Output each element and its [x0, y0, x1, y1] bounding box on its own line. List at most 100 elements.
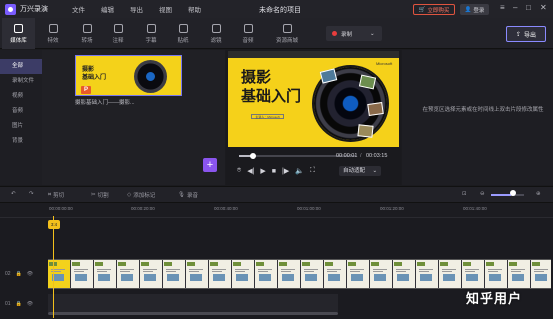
playhead-line[interactable] — [53, 216, 54, 318]
media-library-panel: 摄影 基础入门 P 摄影基础入门——摄影... + — [42, 50, 225, 185]
empty-track[interactable] — [48, 294, 338, 312]
crop-label: 剪切 — [53, 193, 65, 199]
tab-resource-store[interactable]: 资源商城 — [268, 18, 306, 49]
lock-icon[interactable]: 🔒 — [16, 301, 22, 307]
watermark: 知乎用户 — [466, 291, 523, 306]
export-icon: ⇪ — [515, 31, 521, 38]
voice-record-button[interactable]: 🎙 录音 — [178, 191, 198, 199]
add-media-button[interactable]: + — [203, 158, 217, 172]
timeline-scrollbar[interactable] — [48, 312, 338, 315]
cart-icon: 🛒 — [418, 6, 426, 13]
buy-button[interactable]: 🛒 立即购买 — [413, 4, 455, 15]
sidebar-item-backgrounds[interactable]: 背景 — [0, 134, 42, 149]
tab-label: 注释 — [112, 37, 124, 44]
menu-view[interactable]: 视图 — [159, 4, 188, 14]
track-controls: 01 🔒 👁 — [0, 297, 46, 311]
clip-frame — [485, 260, 507, 288]
current-time: 00:00:01 — [336, 153, 358, 159]
undo-icon[interactable]: ↶ — [11, 191, 16, 197]
time-separator: / — [360, 153, 362, 159]
stop-icon[interactable]: ■ — [272, 168, 276, 175]
timeline-ruler[interactable]: 00:00:00:00 00:00:20:00 00:00:40:00 00:0… — [0, 203, 553, 218]
sidebar-item-recordings[interactable]: 录制文件 — [0, 74, 42, 89]
clip-frame — [209, 260, 231, 288]
tab-media-library[interactable]: 媒体库 — [2, 18, 35, 49]
eye-icon[interactable]: 👁 — [27, 301, 33, 307]
annotations-icon — [113, 23, 123, 33]
sidebar-item-all[interactable]: 全部 — [0, 59, 42, 74]
export-label: 导出 — [524, 32, 537, 39]
properties-panel: 在预览区选择元素或在时间线上双击片段修改属性 — [402, 50, 553, 185]
step-back-icon[interactable]: ◀| — [247, 167, 254, 175]
redo-icon[interactable]: ↷ — [29, 191, 34, 197]
menu-edit[interactable]: 编辑 — [101, 4, 130, 14]
ppt-badge: P — [81, 86, 91, 94]
marker-icon: ◇ — [127, 192, 132, 198]
clip-frame — [71, 260, 93, 288]
playhead-handle[interactable]: 3:4 — [48, 220, 60, 229]
tab-effects[interactable]: 特效 — [38, 18, 68, 49]
tab-audio[interactable]: 音频 — [233, 18, 263, 49]
eye-icon[interactable]: 👁 — [27, 271, 33, 277]
login-button[interactable]: 👤 登录 — [460, 4, 489, 15]
slide-photo — [357, 124, 374, 138]
play-icon[interactable]: ▶ — [260, 167, 265, 175]
tab-filters[interactable]: 滤镜 — [201, 18, 231, 49]
zoom-out-icon[interactable]: ⊖ — [480, 191, 485, 197]
tab-label: 转场 — [81, 37, 93, 44]
zoom-in-icon[interactable]: ⊕ — [536, 191, 541, 197]
add-marker-button[interactable]: ◇ 添加标记 — [127, 191, 155, 199]
maximize-icon[interactable]: □ — [526, 3, 531, 12]
volume-icon[interactable]: 🔈 — [295, 167, 304, 175]
stickers-icon — [178, 23, 188, 33]
clip-frame — [255, 260, 277, 288]
ruler-tick-label: 00:00:40:00 — [214, 206, 238, 211]
export-button[interactable]: ⇪ 导出 — [506, 26, 546, 42]
video-clip-track[interactable] — [48, 259, 551, 289]
fit-mode-select[interactable]: 自动适配 ⌄ — [339, 166, 381, 176]
captions-icon — [146, 23, 156, 33]
settings-icon[interactable]: ≡ — [500, 3, 505, 12]
menu-help[interactable]: 帮助 — [188, 4, 217, 14]
slide-top-stripe — [228, 51, 399, 58]
menu-file[interactable]: 文件 — [72, 4, 101, 14]
sidebar-item-images[interactable]: 图片 — [0, 119, 42, 134]
split-button[interactable]: ✂ 切割 — [91, 191, 109, 199]
fit-timeline-icon[interactable]: ⊡ — [462, 191, 467, 197]
zoom-knob[interactable] — [510, 190, 516, 196]
properties-hint: 在预览区选择元素或在时间线上双击片段修改属性 — [422, 107, 544, 113]
minimize-icon[interactable]: – — [513, 3, 517, 12]
fullscreen-icon[interactable]: ⛶ — [310, 167, 315, 175]
split-icon: ✂ — [91, 192, 96, 198]
step-forward-icon[interactable]: |▶ — [282, 167, 289, 175]
sidebar-item-audio[interactable]: 音频 — [0, 104, 42, 119]
tab-stickers[interactable]: 贴纸 — [168, 18, 198, 49]
tab-captions[interactable]: 字幕 — [136, 18, 166, 49]
voice-label: 录音 — [186, 193, 198, 199]
audio-icon — [243, 23, 253, 33]
track-controls: 02 🔒 👁 — [0, 267, 46, 281]
clip-frame — [94, 260, 116, 288]
screenshot-icon[interactable]: ⌾ — [237, 167, 241, 175]
crop-button[interactable]: ⌗ 剪切 — [48, 191, 65, 200]
clip-frame — [140, 260, 162, 288]
crop-icon: ⌗ — [48, 191, 52, 198]
chevron-down-icon: ⌄ — [372, 168, 378, 174]
tab-label: 媒体库 — [10, 37, 27, 44]
clip-frame — [462, 260, 484, 288]
close-icon[interactable]: ✕ — [540, 3, 547, 12]
record-button[interactable]: 录制 ⌄ — [326, 26, 382, 41]
sidebar-item-video[interactable]: 视频 — [0, 89, 42, 104]
lock-icon[interactable]: 🔒 — [16, 271, 22, 277]
preview-canvas[interactable]: 摄影 基础入门 主讲人：Microsoft Microsoft — [228, 51, 399, 147]
clip-frame — [232, 260, 254, 288]
thumbnail-title: 摄影 基础入门 — [82, 66, 106, 82]
media-thumbnail[interactable]: 摄影 基础入门 P 摄影基础入门——摄影... — [75, 55, 182, 142]
tab-transitions[interactable]: 转场 — [72, 18, 102, 49]
progress-knob[interactable] — [250, 153, 257, 159]
timeline-zoom-slider[interactable] — [491, 194, 524, 196]
thumbnail-caption: 摄影基础入门——摄影... — [75, 100, 135, 106]
tab-annotations[interactable]: 注释 — [103, 18, 133, 49]
menu-export[interactable]: 导出 — [130, 4, 159, 14]
effects-icon — [48, 23, 58, 33]
